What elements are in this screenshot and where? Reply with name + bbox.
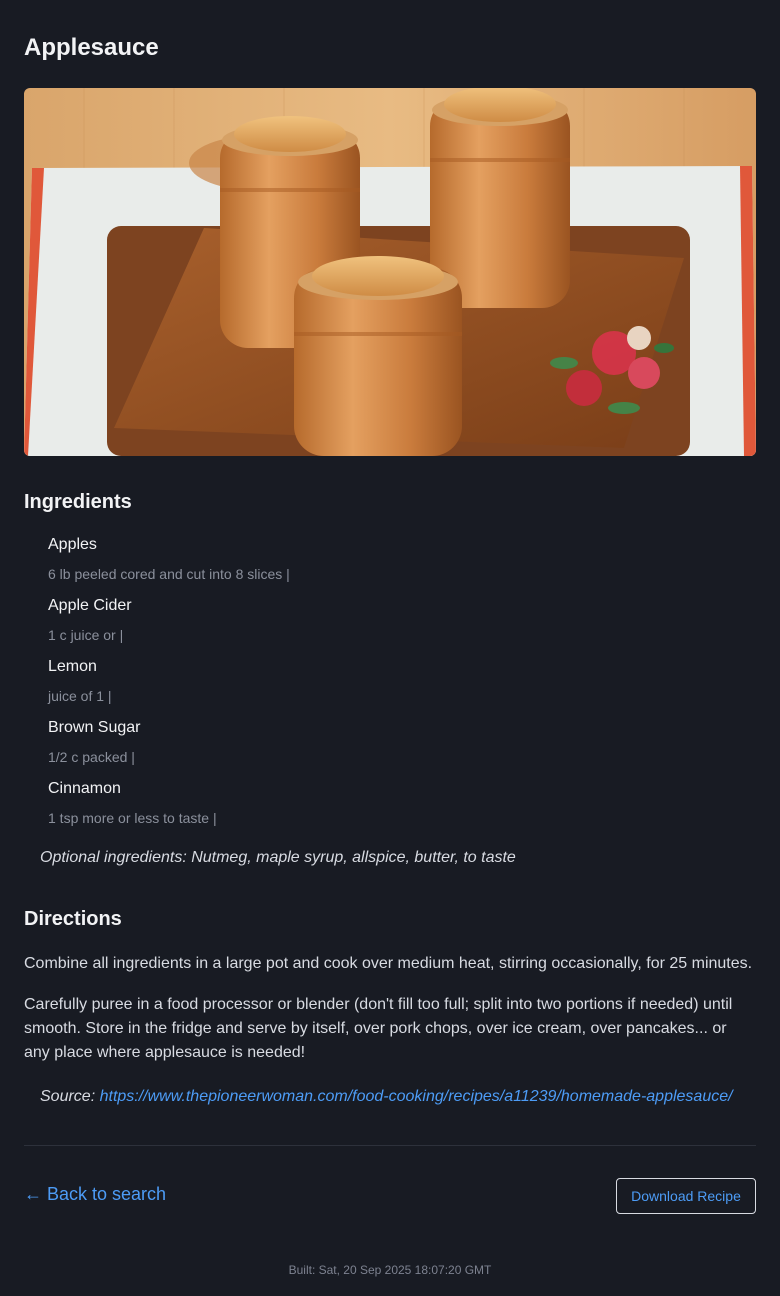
build-timestamp: Built: Sat, 20 Sep 2025 18:07:20 GMT bbox=[288, 1263, 492, 1277]
ingredient-item: Cinnamon 1 tsp more or less to taste | bbox=[48, 778, 728, 839]
divider bbox=[24, 1145, 756, 1146]
download-recipe-button[interactable]: Download Recipe bbox=[616, 1178, 756, 1214]
ingredient-amount: 6 lb peeled cored and cut into 8 slices … bbox=[48, 566, 290, 582]
ingredient-name: Cinnamon bbox=[48, 780, 121, 797]
ingredients-list: Apples 6 lb peeled cored and cut into 8 … bbox=[48, 534, 728, 839]
ingredients-heading: Ingredients bbox=[24, 491, 132, 513]
back-to-search-link[interactable]: ← Back to search bbox=[24, 1184, 166, 1205]
ingredient-item: Apples 6 lb peeled cored and cut into 8 … bbox=[48, 534, 728, 595]
direction-step: Combine all ingredients in a large pot a… bbox=[24, 955, 753, 972]
ingredient-amount: juice of 1 | bbox=[48, 688, 112, 704]
source-line: Source: https://www.thepioneerwoman.com/… bbox=[40, 1088, 733, 1106]
ingredient-amount: 1 tsp more or less to taste | bbox=[48, 810, 217, 826]
page-title: Applesauce bbox=[24, 34, 159, 61]
source-link[interactable]: https://www.thepioneerwoman.com/food-coo… bbox=[100, 1088, 733, 1105]
ingredient-item: Brown Sugar 1/2 c packed | bbox=[48, 717, 728, 778]
recipe-page: Applesauce Ingredients Apples 6 lb peele… bbox=[0, 0, 780, 1296]
source-label: Source: bbox=[40, 1088, 96, 1105]
ingredient-item: Apple Cider 1 c juice or | bbox=[48, 595, 728, 656]
ingredient-name: Brown Sugar bbox=[48, 719, 141, 736]
ingredient-name: Lemon bbox=[48, 658, 97, 675]
ingredient-amount: 1 c juice or | bbox=[48, 627, 124, 643]
ingredient-item: Lemon juice of 1 | bbox=[48, 656, 728, 717]
ingredient-amount: 1/2 c packed | bbox=[48, 749, 135, 765]
recipe-photo bbox=[24, 88, 756, 456]
ingredient-name: Apple Cider bbox=[48, 597, 132, 614]
directions-heading: Directions bbox=[24, 908, 122, 930]
direction-step: Carefully puree in a food processor or b… bbox=[24, 996, 733, 1061]
optional-ingredients-note: Optional ingredients: Nutmeg, maple syru… bbox=[40, 849, 516, 866]
ingredient-name: Apples bbox=[48, 536, 97, 553]
